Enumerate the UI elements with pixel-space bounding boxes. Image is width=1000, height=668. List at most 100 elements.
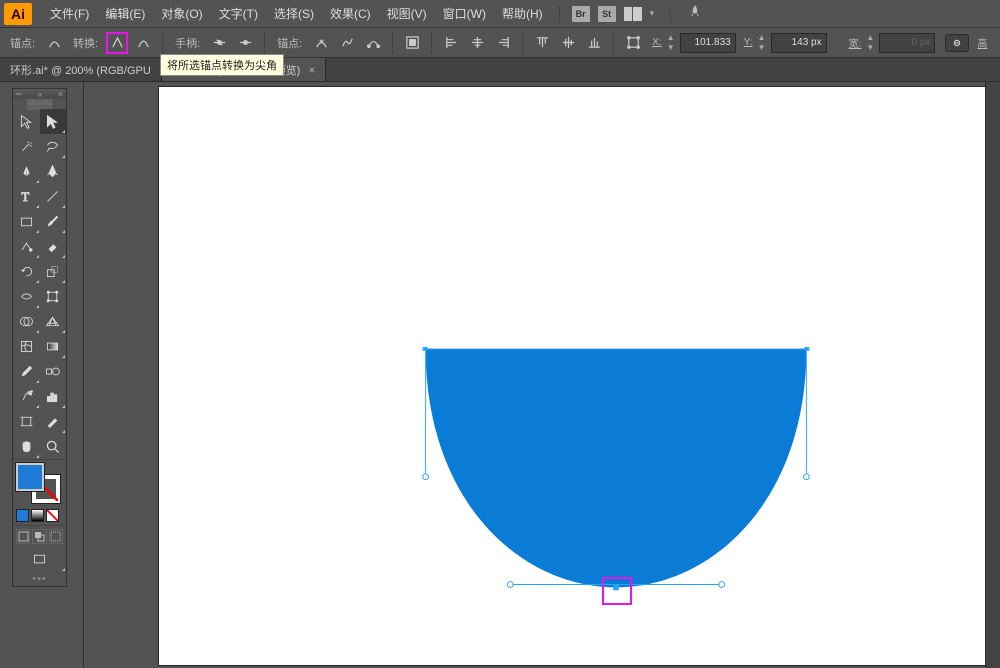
dropdown-caret-icon[interactable]: ▾ xyxy=(650,8,655,19)
color-mode-none-icon[interactable] xyxy=(46,509,59,522)
shape-builder-tool[interactable] xyxy=(13,309,40,334)
align-right-icon[interactable] xyxy=(492,32,514,54)
align-top-icon[interactable] xyxy=(531,32,553,54)
handle-label: 手柄: xyxy=(175,35,200,51)
zoom-tool[interactable] xyxy=(40,434,67,459)
y-stepper[interactable]: ▲▼ xyxy=(757,33,767,53)
type-tool[interactable]: T xyxy=(13,184,40,209)
bridge-icon[interactable]: Br xyxy=(572,6,590,22)
stock-icon[interactable]: St xyxy=(598,6,616,22)
show-handles-icon[interactable] xyxy=(208,32,230,54)
menu-object[interactable]: 对象(O) xyxy=(153,5,210,22)
lasso-tool[interactable] xyxy=(40,134,67,159)
direct-selection-tool[interactable] xyxy=(40,109,67,134)
mesh-tool[interactable] xyxy=(13,334,40,359)
align-vcenter-icon[interactable] xyxy=(557,32,579,54)
remove-anchor-icon[interactable] xyxy=(310,32,332,54)
anchor-curve-icon[interactable] xyxy=(43,32,65,54)
cut-path-icon[interactable] xyxy=(362,32,384,54)
anchor-label: 锚点: xyxy=(10,35,35,51)
close-icon[interactable]: × xyxy=(308,63,315,77)
y-input[interactable]: 143 px xyxy=(771,33,827,53)
convert-label: 转换: xyxy=(73,35,98,51)
menu-help[interactable]: 帮助(H) xyxy=(494,5,551,22)
menu-effect[interactable]: 效果(C) xyxy=(322,5,379,22)
separator xyxy=(522,32,523,54)
draw-normal-icon[interactable] xyxy=(16,529,30,544)
rectangle-tool[interactable] xyxy=(13,209,40,234)
align-hcenter-icon[interactable] xyxy=(466,32,488,54)
separator xyxy=(264,32,265,54)
x-input[interactable]: 101.833 xyxy=(680,33,736,53)
width-input[interactable]: 0 px xyxy=(879,33,935,53)
color-swatches[interactable] xyxy=(13,460,66,506)
align-bottom-icon[interactable] xyxy=(583,32,605,54)
hand-tool[interactable] xyxy=(13,434,40,459)
separator xyxy=(392,32,393,54)
gpu-rocket-icon[interactable] xyxy=(687,4,703,23)
column-graph-tool[interactable] xyxy=(40,384,67,409)
w-stepper[interactable]: ▲▼ xyxy=(865,33,875,53)
perspective-grid-tool[interactable] xyxy=(40,309,67,334)
menu-select[interactable]: 选择(S) xyxy=(266,5,322,22)
hide-handles-icon[interactable] xyxy=(234,32,256,54)
draw-inside-icon[interactable] xyxy=(49,529,63,544)
app-logo: Ai xyxy=(4,3,32,25)
menu-edit[interactable]: 编辑(E) xyxy=(97,5,153,22)
x-label: X: xyxy=(652,37,661,48)
toolbox-grip[interactable]: ▒▒▒▒ xyxy=(13,99,66,109)
close-icon[interactable]: × xyxy=(58,89,63,99)
collapse-icon[interactable]: « xyxy=(37,89,42,99)
pen-tool[interactable] xyxy=(13,159,40,184)
color-mode-gradient-icon[interactable] xyxy=(31,509,44,522)
menu-file[interactable]: 文件(F) xyxy=(42,5,97,22)
blend-tool[interactable] xyxy=(40,359,67,384)
link-wh-icon[interactable] xyxy=(945,34,969,52)
scale-tool[interactable] xyxy=(40,259,67,284)
transform-icon[interactable] xyxy=(622,32,644,54)
fill-swatch[interactable] xyxy=(16,463,44,491)
toolbox-more-icon[interactable]: ••• xyxy=(13,572,66,586)
free-transform-tool[interactable] xyxy=(40,284,67,309)
toolbox: « × ▒▒▒▒ T xyxy=(12,88,67,587)
toolbox-panel: « × ▒▒▒▒ T xyxy=(0,82,84,668)
anchors2-label: 锚点: xyxy=(277,35,302,51)
y-label: Y: xyxy=(744,37,753,48)
convert-to-smooth-button[interactable] xyxy=(132,32,154,54)
magic-wand-tool[interactable] xyxy=(13,134,40,159)
width-tool[interactable] xyxy=(13,284,40,309)
paintbrush-tool[interactable] xyxy=(40,209,67,234)
draw-behind-icon[interactable] xyxy=(32,529,46,544)
curvature-tool[interactable] xyxy=(40,159,67,184)
artboard-tool[interactable] xyxy=(13,409,40,434)
screen-mode-button[interactable] xyxy=(13,547,66,572)
main-area: « × ▒▒▒▒ T xyxy=(0,82,1000,668)
x-stepper[interactable]: ▲▼ xyxy=(666,33,676,53)
vector-shape[interactable] xyxy=(416,347,816,597)
rotate-tool[interactable] xyxy=(13,259,40,284)
line-tool[interactable] xyxy=(40,184,67,209)
gradient-tool[interactable] xyxy=(40,334,67,359)
menu-type[interactable]: 文字(T) xyxy=(211,5,266,22)
align-left-icon[interactable] xyxy=(440,32,462,54)
symbol-sprayer-tool[interactable] xyxy=(13,384,40,409)
connect-anchor-icon[interactable] xyxy=(336,32,358,54)
svg-text:T: T xyxy=(21,190,29,204)
convert-to-corner-button[interactable] xyxy=(106,32,128,54)
menu-window[interactable]: 窗口(W) xyxy=(435,5,494,22)
document-tab-1[interactable]: 环形.ai* @ 200% (RGB/GPU xyxy=(0,58,162,81)
selection-tool[interactable] xyxy=(13,109,40,134)
eraser-tool[interactable] xyxy=(40,234,67,259)
slice-tool[interactable] xyxy=(40,409,67,434)
canvas-area[interactable] xyxy=(84,82,1000,668)
isolate-icon[interactable] xyxy=(401,32,423,54)
menu-view[interactable]: 视图(V) xyxy=(379,5,435,22)
right-panel-edge[interactable] xyxy=(985,82,1000,668)
color-mode-solid-icon[interactable] xyxy=(16,509,29,522)
separator xyxy=(613,32,614,54)
eyedropper-tool[interactable] xyxy=(13,359,40,384)
toolbox-header[interactable]: « × xyxy=(13,89,66,99)
shaper-tool[interactable] xyxy=(13,234,40,259)
arrange-documents-icon[interactable] xyxy=(624,7,642,21)
height-label-cut: 高 xyxy=(977,35,987,50)
